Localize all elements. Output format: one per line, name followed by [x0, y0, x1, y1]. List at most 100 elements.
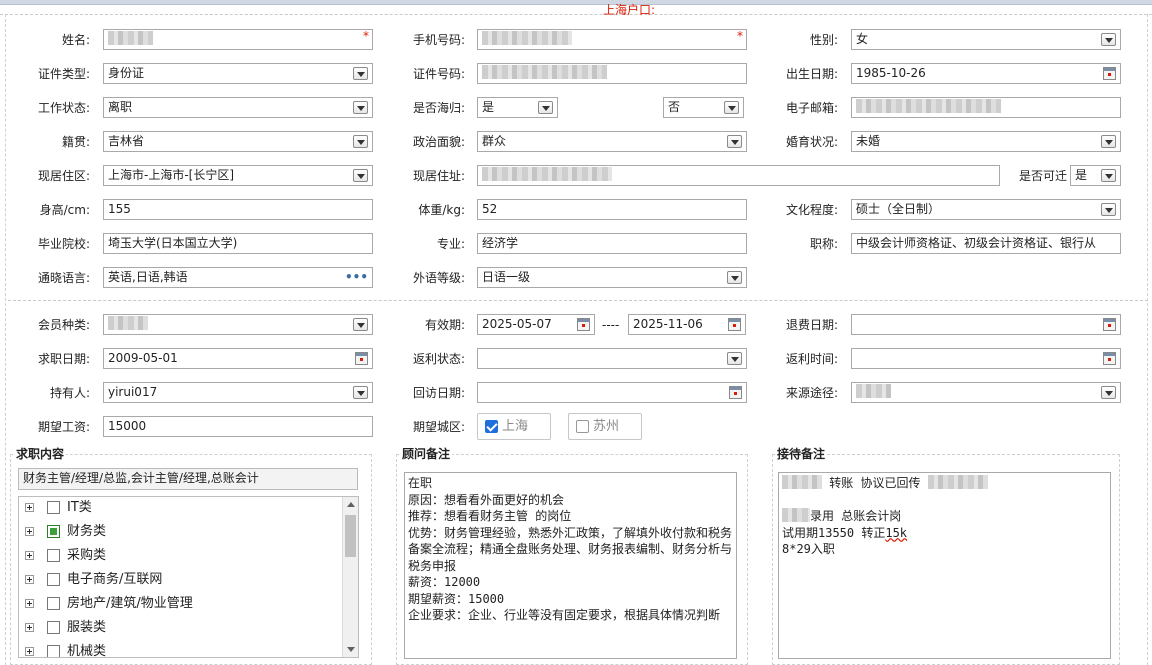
- school-value: 埼玉大学(日本国立大学): [108, 236, 238, 250]
- expand-icon[interactable]: [25, 575, 34, 584]
- calendar-icon[interactable]: [1103, 67, 1116, 80]
- job-category-tree[interactable]: IT类 财务类 采购类 电子商务/互联网 房地产/建筑/物业管理 服装类 机械类: [18, 496, 359, 658]
- chevron-down-icon[interactable]: [353, 67, 368, 80]
- checkbox-unchecked-icon[interactable]: [47, 549, 60, 562]
- expand-icon[interactable]: [25, 527, 34, 536]
- checkbox-unchecked-icon[interactable]: [47, 621, 60, 634]
- chevron-down-icon[interactable]: [353, 318, 368, 331]
- job-summary-field[interactable]: 财务主管/经理/总监,会计主管/经理,总账会计: [18, 468, 358, 490]
- calendar-icon[interactable]: [1103, 318, 1116, 331]
- political-select[interactable]: 群众: [477, 131, 747, 152]
- calendar-icon[interactable]: [1103, 352, 1116, 365]
- refund-date-label: 退费日期:: [785, 318, 838, 332]
- salary-field[interactable]: 15000: [103, 416, 373, 437]
- valid-from-field[interactable]: 2025-05-07: [477, 314, 595, 335]
- redacted-text: [927, 475, 988, 489]
- chevron-down-icon[interactable]: [353, 169, 368, 182]
- checkbox-unchecked-icon[interactable]: [47, 573, 60, 586]
- major-field[interactable]: 经济学: [477, 233, 747, 254]
- chevron-down-icon[interactable]: [727, 135, 742, 148]
- tree-item-label: 电子商务/互联网: [67, 572, 163, 587]
- returnee-select[interactable]: 是: [477, 97, 558, 118]
- gender-select[interactable]: 女: [851, 29, 1121, 50]
- foreign-level-select[interactable]: 日语一级: [477, 267, 747, 288]
- expand-icon[interactable]: [25, 623, 34, 632]
- id-type-select[interactable]: 身份证: [103, 63, 373, 84]
- tree-scrollbar[interactable]: [342, 497, 358, 657]
- checkbox-partial-icon[interactable]: [47, 525, 60, 538]
- residence-area-label: 现居住区:: [37, 169, 90, 183]
- id-type-label: 证件类型:: [37, 67, 90, 81]
- checkbox-unchecked-icon[interactable]: [47, 645, 60, 657]
- id-number-field[interactable]: [477, 63, 747, 84]
- title-field[interactable]: 中级会计师资格证、初级会计资格证、银行从: [851, 233, 1121, 254]
- refund-date-field[interactable]: [851, 314, 1121, 335]
- chevron-down-icon[interactable]: [1101, 169, 1116, 182]
- chevron-down-icon[interactable]: [353, 386, 368, 399]
- valid-to-field[interactable]: 2025-11-06: [628, 314, 746, 335]
- scroll-thumb[interactable]: [345, 515, 356, 557]
- chevron-down-icon[interactable]: [353, 135, 368, 148]
- birth-date-field[interactable]: 1985-10-26: [851, 63, 1121, 84]
- chevron-down-icon[interactable]: [1101, 33, 1116, 46]
- relocate-select[interactable]: 是: [1070, 165, 1121, 186]
- advisor-notes-textarea[interactable]: 在职 原因：想看看外面更好的机会 推荐：想看看财务主管 的岗位 优势：财务管理经…: [404, 472, 737, 659]
- holder-select[interactable]: yirui017: [103, 382, 373, 403]
- scroll-up-icon[interactable]: [347, 502, 355, 507]
- valid-label: 有效期:: [424, 318, 465, 332]
- residence-addr-field[interactable]: [477, 165, 1000, 186]
- languages-field[interactable]: 英语,日语,韩语 •••: [103, 267, 373, 288]
- chevron-down-icon[interactable]: [727, 271, 742, 284]
- note-text: 转账 协议已回传: [829, 476, 921, 490]
- shanghai-hukou-select[interactable]: 否: [663, 97, 744, 118]
- chevron-down-icon[interactable]: [1101, 203, 1116, 216]
- chevron-down-icon[interactable]: [724, 101, 739, 114]
- visit-date-field[interactable]: [477, 382, 747, 403]
- calendar-icon[interactable]: [577, 318, 590, 331]
- redacted-email: [856, 99, 1001, 113]
- height-field[interactable]: 155: [103, 199, 373, 220]
- foreign-level-label: 外语等级:: [412, 271, 465, 285]
- chevron-down-icon[interactable]: [353, 101, 368, 114]
- checkbox-unchecked-icon[interactable]: [47, 501, 60, 514]
- expand-icon[interactable]: [25, 599, 34, 608]
- school-field[interactable]: 埼玉大学(日本国立大学): [103, 233, 373, 254]
- reception-notes-textarea[interactable]: 转账 协议已回传 录用 总账会计岗 试用期13550 转正15k 8*29入职: [778, 472, 1111, 659]
- chevron-down-icon[interactable]: [1101, 386, 1116, 399]
- expand-icon[interactable]: [25, 551, 34, 560]
- expand-icon[interactable]: [25, 647, 34, 656]
- email-field[interactable]: [851, 97, 1121, 118]
- source-select[interactable]: [851, 382, 1121, 403]
- chevron-down-icon[interactable]: [538, 101, 553, 114]
- chevron-down-icon[interactable]: [1101, 135, 1116, 148]
- member-type-select[interactable]: [103, 314, 373, 335]
- education-select[interactable]: 硕士（全日制）: [851, 199, 1121, 220]
- redacted-name: [108, 31, 153, 45]
- native-select[interactable]: 吉林省: [103, 131, 373, 152]
- city-checkbox-shanghai[interactable]: 上海: [477, 413, 551, 440]
- phone-field[interactable]: *: [477, 29, 747, 50]
- calendar-icon[interactable]: [729, 386, 742, 399]
- calendar-icon[interactable]: [355, 352, 368, 365]
- calendar-icon[interactable]: [728, 318, 741, 331]
- scroll-down-icon[interactable]: [347, 647, 355, 652]
- note-line: 8*29入职: [782, 542, 835, 556]
- rebate-time-field[interactable]: [851, 348, 1121, 369]
- holder-label: 持有人:: [49, 386, 90, 400]
- rebate-status-label: 返利状态:: [412, 352, 465, 366]
- more-icon[interactable]: •••: [345, 270, 368, 284]
- rebate-status-select[interactable]: [477, 348, 747, 369]
- checkbox-unchecked-icon[interactable]: [47, 597, 60, 610]
- redacted-id-number: [482, 65, 607, 79]
- note-line: 原因：想看看外面更好的机会: [408, 492, 565, 507]
- chevron-down-icon[interactable]: [727, 352, 742, 365]
- marital-select[interactable]: 未婚: [851, 131, 1121, 152]
- expand-icon[interactable]: [25, 503, 34, 512]
- job-date-field[interactable]: 2009-05-01: [103, 348, 373, 369]
- name-field[interactable]: *: [103, 29, 373, 50]
- residence-area-select[interactable]: 上海市-上海市-[长宁区]: [103, 165, 373, 186]
- weight-field[interactable]: 52: [477, 199, 747, 220]
- work-status-select[interactable]: 离职: [103, 97, 373, 118]
- city-checkbox-suzhou[interactable]: 苏州: [568, 413, 642, 440]
- major-label: 专业:: [436, 237, 465, 251]
